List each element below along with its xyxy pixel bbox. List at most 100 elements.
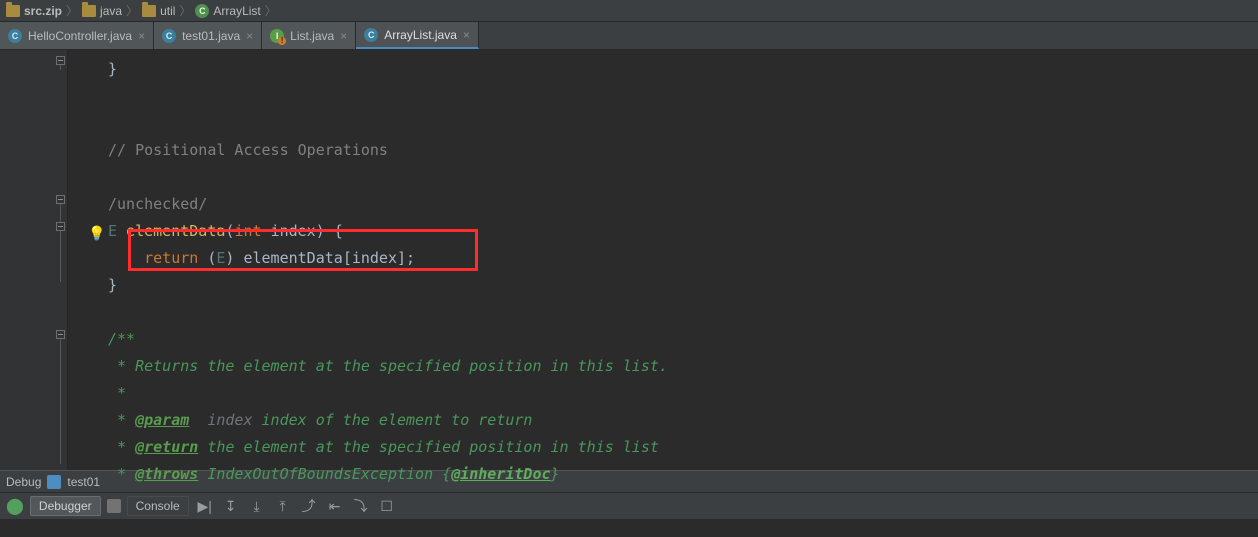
code-token: }	[108, 60, 117, 78]
code-line: return (E) elementData[index];	[68, 245, 1258, 272]
tab-label: HelloController.java	[28, 29, 132, 43]
code-token: ) {	[316, 222, 343, 240]
code-token: /**	[108, 330, 135, 348]
close-icon[interactable]: ×	[138, 29, 145, 43]
tab-console[interactable]: Console	[127, 496, 189, 516]
code-token: elementData	[243, 249, 342, 267]
breadcrumb-label: util	[160, 4, 175, 18]
debug-toolbar: ⬤ Debugger Console ▶| ↧ ⤓ ⤒ ⤴ ⇤ ⤵ ☐	[0, 492, 1258, 519]
code-line: }	[68, 272, 1258, 299]
folder-icon	[142, 5, 156, 17]
class-icon: C	[162, 29, 176, 43]
breadcrumb-item[interactable]: CArrayList	[195, 4, 260, 18]
code-area[interactable]: } // Positional Access Operations/uncheck…	[68, 50, 1258, 470]
code-line: * Returns the element at the specified p…	[68, 353, 1258, 380]
code-token: ];	[397, 249, 415, 267]
code-token: *	[108, 411, 135, 429]
code-token: @inheritDoc	[451, 465, 550, 483]
breadcrumb-item[interactable]: src.zip	[6, 4, 62, 18]
close-icon[interactable]: ×	[463, 28, 470, 42]
archive-icon	[6, 5, 20, 17]
code-line	[68, 299, 1258, 326]
fold-node-icon[interactable]	[56, 330, 65, 339]
class-icon: C	[364, 28, 378, 42]
interface-icon: I	[270, 29, 284, 43]
tab-label: ArrayList.java	[384, 28, 457, 42]
console-icon	[107, 499, 121, 513]
code-line: * @return the element at the specified p…	[68, 434, 1258, 461]
code-line: E elementData(int index) {	[68, 218, 1258, 245]
code-token: @return	[135, 438, 198, 456]
debug-step-button[interactable]: ⇤	[325, 496, 345, 516]
code-token: index	[271, 222, 316, 240]
file-tab[interactable]: Ctest01.java ×	[154, 22, 262, 49]
debug-step-button[interactable]: ⤓	[247, 496, 267, 516]
file-tab[interactable]: C ArrayList.java ×	[356, 22, 479, 49]
code-token: [	[343, 249, 352, 267]
breadcrumb-separator-icon: 〉	[265, 2, 277, 19]
code-token: /unchecked/	[108, 195, 207, 213]
code-token: *	[108, 384, 126, 402]
fold-node-icon[interactable]	[56, 195, 65, 204]
debug-step-button[interactable]: ☐	[377, 496, 397, 516]
code-token: IndexOutOfBoundsException {	[198, 465, 451, 483]
breadcrumb-label: src.zip	[24, 4, 62, 18]
editor-tabs: C HelloController.java × Ctest01.java × I List…	[0, 22, 1258, 50]
tab-debugger[interactable]: Debugger	[30, 496, 101, 516]
breadcrumb-label: java	[100, 4, 122, 18]
code-token: index	[189, 411, 261, 429]
debug-step-button[interactable]: ⤴	[299, 496, 319, 516]
code-token: }	[551, 465, 560, 483]
breadcrumb-separator-icon: 〉	[179, 2, 191, 19]
fold-node-icon[interactable]	[56, 222, 65, 231]
code-line: /unchecked/	[68, 191, 1258, 218]
folder-icon	[82, 5, 96, 17]
breadcrumb-separator-icon: 〉	[126, 2, 138, 19]
code-token: return	[144, 249, 207, 267]
code-token: index	[352, 249, 397, 267]
intention-bulb-icon[interactable]: 💡	[88, 221, 105, 248]
code-line: *	[68, 380, 1258, 407]
tab-label: List.java	[290, 29, 334, 43]
code-line: }	[68, 56, 1258, 83]
breadcrumb-item[interactable]: java	[82, 4, 122, 18]
code-token: * Returns the element at the specified p…	[108, 357, 668, 375]
code-token: the element at the specified position in…	[198, 438, 659, 456]
code-line	[68, 164, 1258, 191]
code-token: @throws	[135, 465, 198, 483]
debug-step-button[interactable]: ⤵	[351, 496, 371, 516]
file-tab[interactable]: I List.java ×	[262, 22, 356, 49]
code-token: // Positional Access Operations	[108, 141, 388, 159]
code-token: @param	[135, 411, 189, 429]
code-token: )	[225, 249, 243, 267]
class-icon: C	[8, 29, 22, 43]
code-token	[108, 249, 144, 267]
debug-toolbar-buttons: ▶| ↧ ⤓ ⤒ ⤴ ⇤ ⤵ ☐	[195, 496, 397, 516]
debug-step-button[interactable]: ⤒	[273, 496, 293, 516]
code-token: E	[108, 222, 126, 240]
code-line	[68, 110, 1258, 137]
class-icon: C	[195, 4, 209, 18]
breadcrumb-item[interactable]: util	[142, 4, 175, 18]
run-config-icon	[47, 475, 61, 489]
debug-step-button[interactable]: ↧	[221, 496, 241, 516]
tab-label: test01.java	[182, 29, 240, 43]
code-line: * @param index index of the element to r…	[68, 407, 1258, 434]
breadcrumb-separator-icon: 〉	[66, 2, 78, 19]
code-line	[68, 83, 1258, 110]
code-line: * @throws IndexOutOfBoundsException {@in…	[68, 461, 1258, 488]
code-token: *	[108, 438, 135, 456]
file-tab[interactable]: C HelloController.java ×	[0, 22, 154, 49]
code-token: index of the element to return	[262, 411, 533, 429]
editor: } // Positional Access Operations/uncheck…	[0, 50, 1258, 470]
code-line: // Positional Access Operations	[68, 137, 1258, 164]
debug-step-button[interactable]: ▶|	[195, 496, 215, 516]
code-token: }	[108, 276, 117, 294]
close-icon[interactable]: ×	[246, 29, 253, 43]
bug-icon: ⬤	[6, 496, 24, 516]
fold-node-icon[interactable]	[56, 56, 65, 65]
code-token: *	[108, 465, 135, 483]
breadcrumb: src.zip 〉 java 〉 util 〉 CArrayList 〉	[0, 0, 1258, 22]
gutter	[0, 50, 68, 470]
close-icon[interactable]: ×	[340, 29, 347, 43]
